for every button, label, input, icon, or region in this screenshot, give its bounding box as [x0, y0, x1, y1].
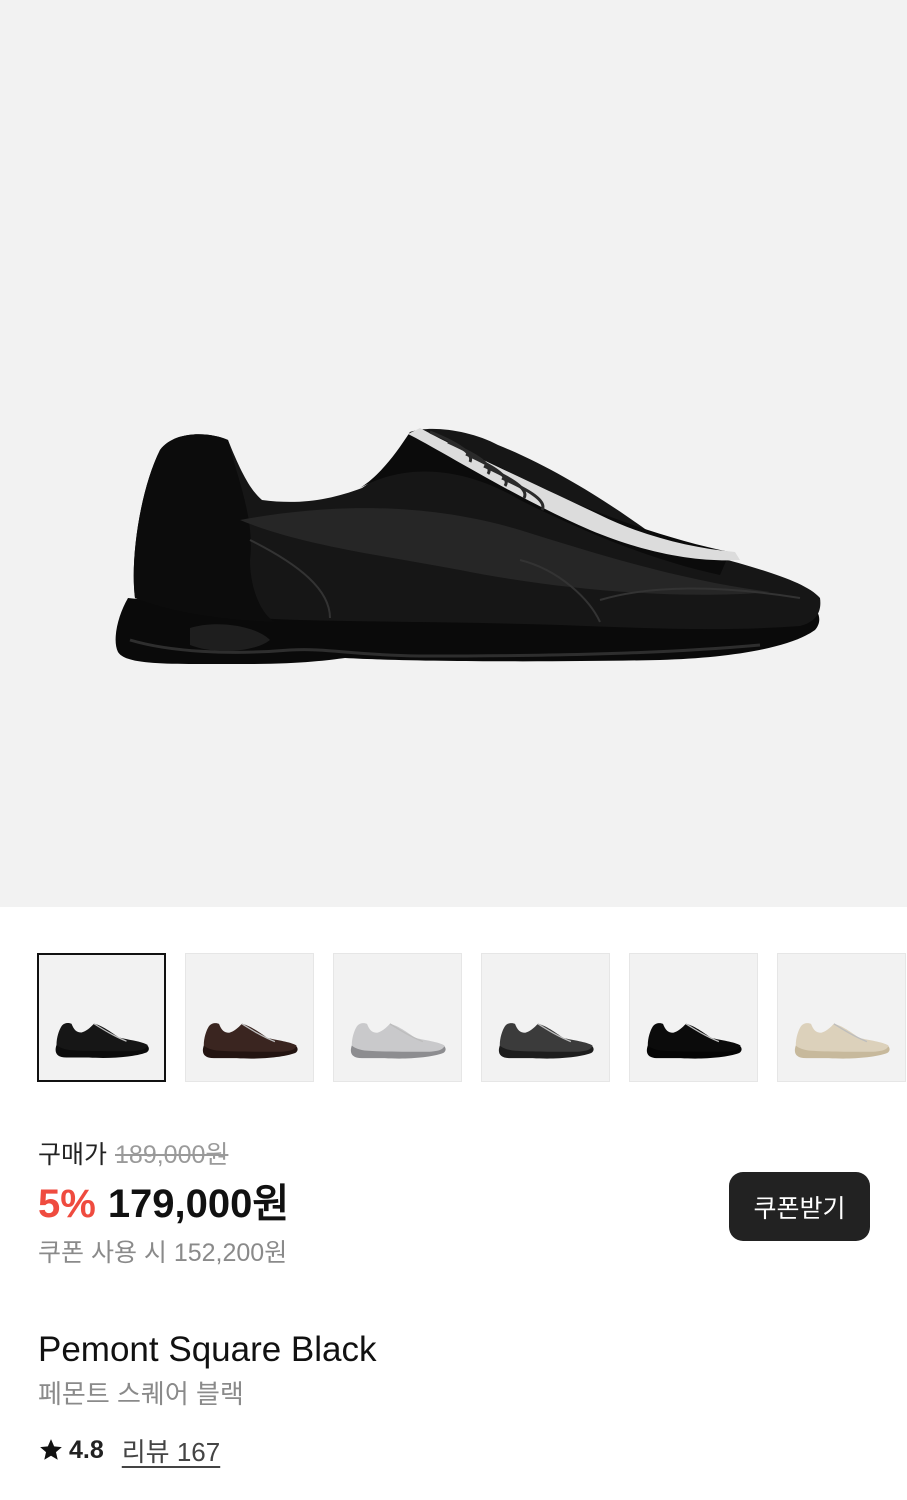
- thumbnail-item[interactable]: [37, 953, 166, 1082]
- thumbnail-strip: [37, 953, 907, 1083]
- thumbnail-item[interactable]: [333, 953, 462, 1082]
- product-name-ko: 페몬트 스퀘어 블랙: [38, 1379, 244, 1409]
- reviews-link[interactable]: 리뷰 167: [122, 1432, 220, 1469]
- thumbnail-item[interactable]: [629, 953, 758, 1082]
- product-hero-image[interactable]: [0, 0, 907, 907]
- star-icon: [40, 1439, 62, 1460]
- rating-value: 4.8: [69, 1435, 104, 1464]
- list-price-row: 구매가 189,000원: [38, 1138, 738, 1172]
- thumbnail-shoe-image: [350, 1023, 446, 1059]
- rating-row: 4.8 리뷰 167: [38, 1430, 220, 1470]
- thumbnail-shoe-image: [794, 1023, 890, 1059]
- thumbnail-shoe-image: [202, 1023, 298, 1059]
- coupon-price-text: 쿠폰 사용 시 152,200원: [38, 1239, 288, 1267]
- shoe-image: [115, 428, 821, 664]
- thumbnail-shoe-image: [55, 1023, 149, 1058]
- thumbnail-item[interactable]: [481, 953, 610, 1082]
- product-name-en: Pemont Square Black: [38, 1330, 377, 1369]
- sale-price: 179,000원: [107, 1182, 290, 1226]
- discount-rate: 5%: [38, 1182, 96, 1226]
- sale-price-row: 5% 179,000원: [38, 1178, 738, 1230]
- get-coupon-button[interactable]: 쿠폰받기: [729, 1172, 870, 1241]
- list-price-label: 구매가: [38, 1141, 108, 1169]
- thumbnail-shoe-image: [498, 1023, 594, 1059]
- thumbnail-item[interactable]: [185, 953, 314, 1082]
- list-price-value: 189,000원: [115, 1141, 229, 1169]
- thumbnail-item[interactable]: [777, 953, 906, 1082]
- price-section: 구매가 189,000원 5% 179,000원 쿠폰 사용 시 152,200…: [38, 1138, 738, 1270]
- thumbnail-shoe-image: [646, 1023, 742, 1059]
